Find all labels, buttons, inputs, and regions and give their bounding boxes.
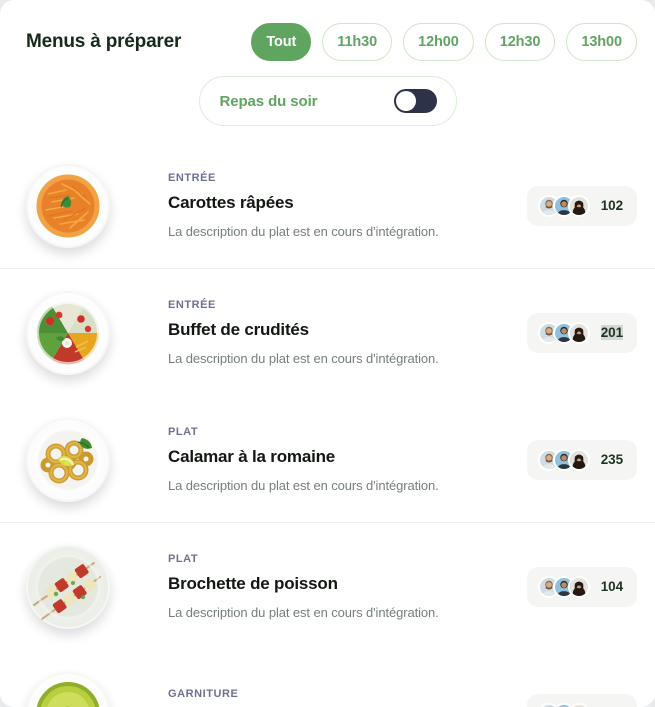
avatar-group: [537, 575, 590, 598]
dish-description: La description du plat est en cours d'in…: [168, 224, 439, 239]
dish-info: ENTRÉE Buffet de crudités La description…: [110, 299, 527, 366]
dish-list: ENTRÉE Carottes râpées La description du…: [0, 142, 655, 707]
dish-name: Buffet de crudités: [168, 320, 309, 339]
dish-thumbnail-crudites: [26, 290, 110, 375]
slot-filter-11h30[interactable]: 11h30: [322, 23, 393, 61]
menus-a-preparer-panel: Menus à préparer Tout 11h30 12h00 12h30 …: [0, 0, 655, 707]
service-slot-filter-group: Tout 11h30 12h00 12h30 13h00: [251, 23, 637, 61]
dish-count-badge[interactable]: 235: [526, 439, 637, 480]
dish-count-value: 201: [600, 325, 623, 340]
dish-count-badge[interactable]: 104: [526, 566, 637, 607]
slot-filter-tout[interactable]: Tout: [251, 23, 312, 61]
avatar-group: [537, 702, 590, 707]
dish-count-badge[interactable]: 102: [526, 185, 637, 226]
dish-count-value: 102: [600, 198, 623, 213]
evening-meal-toggle-row: Repas du soir: [0, 62, 655, 142]
dish-name: Calamar à la romaine: [168, 447, 336, 466]
dish-name: Carottes râpées: [168, 193, 294, 212]
dish-description: La description du plat est en cours d'in…: [168, 478, 439, 493]
dish-count-badge[interactable]: 201: [526, 312, 637, 353]
dish-category: ENTRÉE: [168, 172, 216, 184]
dish-description: La description du plat est en cours d'in…: [168, 605, 439, 620]
avatar-group: [537, 321, 590, 344]
dish-count-value: 104: [600, 579, 623, 594]
switch-knob-icon: [395, 91, 416, 111]
dish-row[interactable]: PLAT Calamar à la romaine La description…: [0, 396, 655, 523]
avatar-group: [537, 448, 590, 471]
dish-category: GARNITURE: [168, 687, 239, 700]
dish-thumbnail-grated-carrots: [26, 163, 110, 248]
slot-filter-12h00[interactable]: 12h00: [403, 23, 474, 61]
dish-row[interactable]: GARNITURE Écrasé de pommes de terre 24: [0, 650, 655, 707]
evening-meal-toggle-pill[interactable]: Repas du soir: [198, 76, 457, 126]
dish-count-badge[interactable]: 241: [526, 693, 637, 707]
dish-category: PLAT: [168, 553, 199, 565]
dish-row[interactable]: PLAT Brochette de poisson La description…: [0, 523, 655, 650]
dish-info: PLAT Calamar à la romaine La description…: [110, 426, 527, 493]
avatar-group: [537, 194, 590, 217]
dish-row[interactable]: ENTRÉE Carottes râpées La description du…: [0, 142, 655, 269]
avatar: [567, 194, 590, 217]
page-title: Menus à préparer: [26, 31, 182, 52]
avatar: [567, 448, 590, 471]
dish-category: ENTRÉE: [168, 299, 216, 311]
dish-thumbnail-mashed-potato: [26, 671, 110, 707]
avatar: [567, 575, 590, 598]
evening-meal-switch[interactable]: [393, 89, 437, 113]
dish-count-value: 235: [600, 452, 623, 467]
slot-filter-12h30[interactable]: 12h30: [484, 23, 556, 61]
dish-description: La description du plat est en cours d'in…: [168, 351, 439, 366]
dish-thumbnail-calamari: [26, 417, 110, 502]
dish-row[interactable]: ENTRÉE Buffet de crudités La description…: [0, 269, 655, 396]
dish-name: Brochette de poisson: [168, 574, 338, 593]
avatar: [567, 321, 590, 344]
dish-info: PLAT Brochette de poisson La description…: [110, 553, 527, 620]
dish-info: ENTRÉE Carottes râpées La description du…: [110, 172, 527, 239]
evening-meal-label: Repas du soir: [219, 92, 318, 110]
avatar: [567, 702, 590, 707]
dish-category: PLAT: [168, 426, 199, 438]
dish-thumbnail-fish-skewers: [26, 544, 110, 629]
panel-header: Menus à préparer Tout 11h30 12h00 12h30 …: [0, 0, 655, 62]
slot-filter-13h00[interactable]: 13h00: [566, 23, 637, 61]
dish-info: GARNITURE Écrasé de pommes de terre: [110, 688, 527, 707]
